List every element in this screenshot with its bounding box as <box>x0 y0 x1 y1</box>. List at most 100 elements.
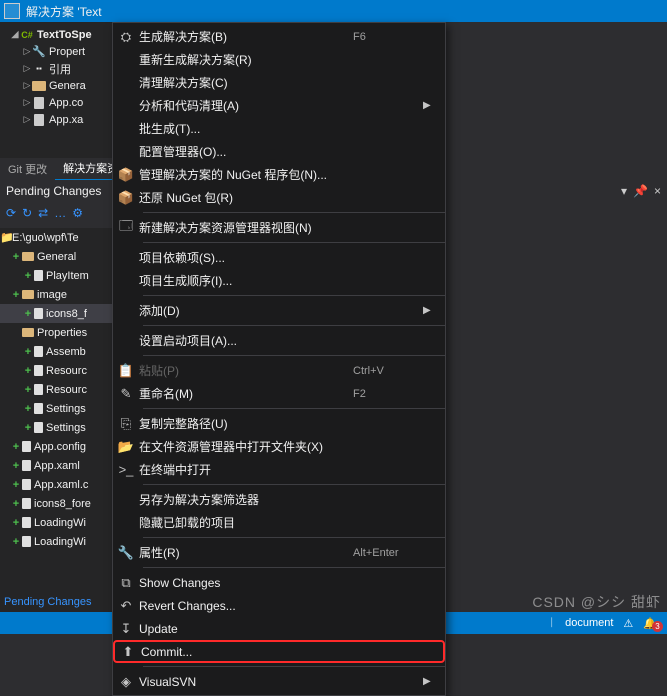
menu-item[interactable]: 项目生成顺序(I)... <box>113 269 445 292</box>
menu-item-icon: ✎ <box>113 386 139 402</box>
expand-icon[interactable]: ▷ <box>22 46 32 57</box>
menu-item: 📋粘贴(P)Ctrl+V <box>113 359 445 382</box>
dropdown-icon[interactable]: ▾ <box>621 184 627 198</box>
menu-item[interactable]: 添加(D)▶ <box>113 299 445 322</box>
pending-item[interactable]: +Resourc <box>0 361 112 380</box>
toolbar-button[interactable]: ⚙ <box>72 206 83 220</box>
menu-item-label: Commit... <box>141 645 351 659</box>
expand-icon[interactable]: ▷ <box>22 63 32 74</box>
tree-item[interactable]: ▷ App.co <box>0 94 112 111</box>
pending-item-label: image <box>37 289 67 301</box>
pending-item[interactable]: +Resourc <box>0 380 112 399</box>
pending-item[interactable]: Properties <box>0 323 112 342</box>
menu-item[interactable]: 另存为解决方案筛选器 <box>113 488 445 511</box>
change-plus-icon: + <box>22 365 34 377</box>
menu-item-icon: 🔧 <box>113 545 139 561</box>
toolbar-button[interactable]: ↻ <box>22 206 32 220</box>
tree-item[interactable]: ◢C#TextToSpe <box>0 26 112 43</box>
menu-item-label: VisualSVN <box>139 675 353 689</box>
close-icon[interactable]: × <box>654 184 661 198</box>
menu-item[interactable]: 隐藏已卸载的项目 <box>113 511 445 534</box>
pending-item[interactable]: +Assemb <box>0 342 112 361</box>
pending-root[interactable]: 📁E:\guo\wpf\Te <box>0 228 112 247</box>
menu-item[interactable]: ✎重命名(M)F2 <box>113 382 445 405</box>
expand-icon[interactable]: ▷ <box>22 97 32 108</box>
menu-item-label: 分析和代码清理(A) <box>139 97 353 114</box>
tool-window-tab[interactable]: Git 更改 <box>0 158 55 180</box>
menu-item[interactable]: 项目依赖项(S)... <box>113 246 445 269</box>
menu-item[interactable]: ⬆Commit... <box>113 640 445 663</box>
menu-separator <box>143 242 445 243</box>
branch-icon[interactable]: ᛁ <box>549 617 556 629</box>
file-icon <box>22 517 31 528</box>
tree-item[interactable]: ▷ App.xa <box>0 111 112 128</box>
pending-item[interactable]: +Settings <box>0 418 112 437</box>
menu-item[interactable]: ⎘复制完整路径(U) <box>113 412 445 435</box>
menu-item[interactable]: ↧Update <box>113 617 445 640</box>
pin-icon[interactable]: 📌 <box>633 184 648 198</box>
file-icon <box>22 536 31 547</box>
menu-item[interactable]: 🔧属性(R)Alt+Enter <box>113 541 445 564</box>
pending-item[interactable]: +Settings <box>0 399 112 418</box>
menu-item-icon: 📋 <box>113 363 139 379</box>
status-doc-label[interactable]: document <box>565 617 613 629</box>
pending-item[interactable]: +icons8_fore <box>0 494 112 513</box>
menu-item-shortcut: F2 <box>353 388 423 400</box>
pending-item[interactable]: +App.config <box>0 437 112 456</box>
menu-item[interactable]: ↶Revert Changes... <box>113 594 445 617</box>
menu-item[interactable]: 📂在文件资源管理器中打开文件夹(X) <box>113 435 445 458</box>
pending-item[interactable]: +LoadingWi <box>0 532 112 551</box>
pending-item[interactable]: +LoadingWi <box>0 513 112 532</box>
menu-item[interactable]: >_在终端中打开 <box>113 458 445 481</box>
menu-item-label: 管理解决方案的 NuGet 程序包(N)... <box>139 166 353 183</box>
expand-icon[interactable]: ◢ <box>10 29 20 40</box>
menu-item[interactable]: 📦还原 NuGet 包(R) <box>113 186 445 209</box>
tree-item-label: App.co <box>49 97 83 109</box>
solution-icon <box>4 3 20 19</box>
menu-item[interactable]: 🗔新建解决方案资源管理器视图(N) <box>113 216 445 239</box>
pending-item[interactable]: +image <box>0 285 112 304</box>
menu-separator <box>143 567 445 568</box>
pending-item[interactable]: +icons8_f <box>0 304 112 323</box>
pending-item[interactable]: +PlayItem <box>0 266 112 285</box>
wrench-icon: 🔧 <box>32 46 46 58</box>
menu-item[interactable]: 📦管理解决方案的 NuGet 程序包(N)... <box>113 163 445 186</box>
pending-item[interactable]: +General <box>0 247 112 266</box>
menu-item[interactable]: ⧉Show Changes <box>113 571 445 594</box>
folder-icon <box>32 80 46 92</box>
pending-item[interactable]: +App.xaml.c <box>0 475 112 494</box>
toolbar-button[interactable]: ⇄ <box>38 206 48 220</box>
toolbar-button[interactable]: … <box>54 206 66 220</box>
change-plus-icon: + <box>22 346 34 358</box>
menu-item[interactable]: ⛭生成解决方案(B)F6 <box>113 25 445 48</box>
menu-item-label: 设置启动项目(A)... <box>139 332 353 349</box>
submenu-arrow-icon: ▶ <box>423 676 435 687</box>
menu-item-shortcut: Alt+Enter <box>353 547 423 559</box>
tree-item[interactable]: ▷🔧Propert <box>0 43 112 60</box>
menu-item[interactable]: 设置启动项目(A)... <box>113 329 445 352</box>
file-icon <box>34 365 43 376</box>
menu-separator <box>143 484 445 485</box>
menu-item-label: 隐藏已卸载的项目 <box>139 514 353 531</box>
tree-item-label: App.xa <box>49 114 83 126</box>
expand-icon[interactable]: ▷ <box>22 80 32 91</box>
menu-item-label: 属性(R) <box>139 544 353 561</box>
menu-item[interactable]: 清理解决方案(C) <box>113 71 445 94</box>
file-icon <box>34 346 43 357</box>
notifications-button[interactable]: 🔔 3 <box>643 617 657 630</box>
menu-item-label: 项目生成顺序(I)... <box>139 272 353 289</box>
tree-item[interactable]: ▷Genera <box>0 77 112 94</box>
pending-item[interactable]: +App.xaml <box>0 456 112 475</box>
menu-item-label: 生成解决方案(B) <box>139 28 353 45</box>
expand-icon[interactable]: ▷ <box>22 114 32 125</box>
menu-item[interactable]: 批生成(T)... <box>113 117 445 140</box>
menu-item[interactable]: 配置管理器(O)... <box>113 140 445 163</box>
toolbar-button[interactable]: ⟳ <box>6 206 16 220</box>
menu-item-icon: ↶ <box>113 598 139 614</box>
warning-icon[interactable]: ⚠ <box>623 617 633 630</box>
tree-item[interactable]: ▷▪▪引用 <box>0 60 112 77</box>
menu-item-label: 还原 NuGet 包(R) <box>139 189 353 206</box>
menu-item[interactable]: ◈VisualSVN▶ <box>113 670 445 693</box>
menu-item[interactable]: 分析和代码清理(A)▶ <box>113 94 445 117</box>
menu-item[interactable]: 重新生成解决方案(R) <box>113 48 445 71</box>
